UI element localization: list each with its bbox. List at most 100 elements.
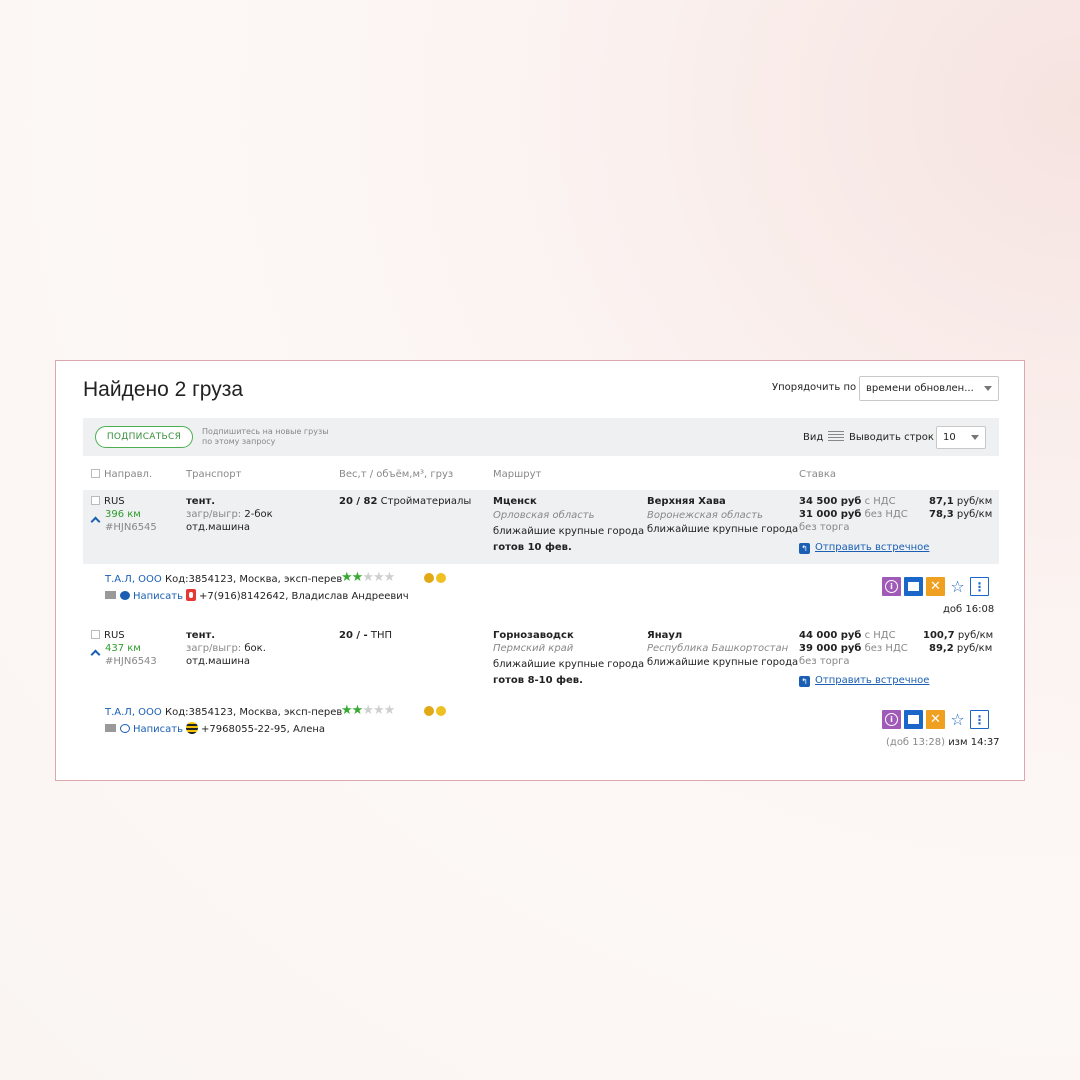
- sort-select-value: времени обновлен...: [866, 383, 974, 394]
- hide-button[interactable]: ✕: [926, 577, 945, 596]
- rate-with-vat: 44 000 руб с НДС: [799, 630, 896, 641]
- ready-date: готов 8-10 фев.: [493, 675, 583, 686]
- added-time: доб 16:08: [943, 604, 995, 615]
- close-icon: ✕: [930, 579, 941, 594]
- row-id: #HJN6545: [105, 522, 157, 533]
- no-bargain: без торга: [799, 522, 850, 533]
- column-header-rate[interactable]: Ставка: [799, 469, 836, 480]
- row-country: RUS: [91, 629, 125, 642]
- message-icon: [908, 582, 919, 591]
- info-button[interactable]: i: [882, 577, 901, 596]
- badge-icon: [424, 573, 434, 583]
- reply-icon: ↰: [799, 543, 810, 554]
- route-from-nearby[interactable]: ближайшие крупные города: [493, 525, 644, 538]
- rate-without-vat: 31 000 руб без НДС: [799, 509, 908, 520]
- rate-without-vat: 39 000 руб без НДС: [799, 643, 908, 654]
- badge-icons: [424, 573, 448, 587]
- company-link[interactable]: Т.А.Л, ООО: [105, 707, 162, 718]
- route-to-region: Воронежская область: [647, 510, 764, 521]
- route-from-city[interactable]: Горнозаводск: [493, 629, 574, 642]
- ready-date: готов 10 фев.: [493, 542, 572, 553]
- list-view-icon[interactable]: [828, 431, 844, 442]
- chat-icon[interactable]: [120, 591, 130, 600]
- rows-select-value: 10: [943, 432, 956, 443]
- column-header-direction[interactable]: Направл.: [91, 469, 152, 480]
- column-header-cargo[interactable]: Вес,т / объём,м³, груз: [339, 469, 453, 480]
- page-title: Найдено 2 груза: [83, 378, 244, 401]
- route-to-nearby[interactable]: ближайшие крупные города: [647, 523, 798, 536]
- star-icon: ☆: [950, 710, 965, 729]
- rate-with-vat: 34 500 руб с НДС: [799, 496, 896, 507]
- results-toolbar: ПОДПИСАТЬСЯ Подпишитесь на новые грузы п…: [83, 418, 999, 456]
- column-header-transport[interactable]: Транспорт: [186, 469, 241, 480]
- chat-badge-icon: [436, 573, 446, 583]
- rows-per-page-select[interactable]: 10: [936, 426, 986, 449]
- subscribe-button[interactable]: ПОДПИСАТЬСЯ: [95, 426, 193, 448]
- vehicle-type: отд.машина: [186, 656, 251, 667]
- star-icon: ★★★: [362, 570, 395, 585]
- favorite-button[interactable]: ☆: [948, 577, 967, 596]
- star-half-icon: ★: [351, 570, 364, 585]
- route-to-city[interactable]: Верхняя Хава: [647, 495, 726, 508]
- transport-type: тент.: [186, 630, 216, 641]
- no-bargain: без торга: [799, 656, 850, 667]
- route-from-region: Орловская область: [493, 510, 595, 521]
- chat-badge-icon: [436, 706, 446, 716]
- star-icon: ★: [341, 703, 353, 718]
- star-icon: ☆: [950, 577, 965, 596]
- info-button[interactable]: i: [882, 710, 901, 729]
- counter-offer-link[interactable]: ↰ Отправить встречное: [799, 541, 929, 554]
- route-from-region: Пермский край: [493, 643, 574, 654]
- hide-button[interactable]: ✕: [926, 710, 945, 729]
- star-half-icon: ★: [351, 703, 364, 718]
- cargo-info: 20 / 82 Стройматериалы: [339, 496, 472, 507]
- chat-icon[interactable]: [120, 724, 130, 733]
- per-km-vat: 100,7 руб/км: [923, 630, 994, 641]
- operator-beeline-icon: [186, 722, 199, 734]
- row-country: RUS: [91, 495, 125, 508]
- vehicle-type: отд.машина: [186, 522, 251, 533]
- sort-select[interactable]: времени обновлен...: [859, 376, 999, 401]
- row-checkbox[interactable]: [91, 496, 100, 505]
- per-km-vat: 87,1 руб/км: [929, 496, 993, 507]
- badge-icons: [424, 706, 448, 720]
- mail-icon[interactable]: [105, 591, 116, 599]
- load-type: загр/выгр: 2-бок: [186, 509, 273, 520]
- message-button[interactable]: [904, 577, 923, 596]
- close-icon: ✕: [930, 712, 941, 727]
- route-to-nearby[interactable]: ближайшие крупные города: [647, 656, 798, 669]
- info-icon: i: [885, 713, 898, 726]
- rating-stars: ★★★★★: [341, 703, 395, 718]
- write-link[interactable]: Написать: [133, 591, 183, 602]
- route-to-city[interactable]: Янаул: [647, 629, 682, 642]
- subscribe-hint: Подпишитесь на новые грузы по этому запр…: [202, 427, 329, 446]
- sort-label: Упорядочить по: [772, 382, 857, 393]
- more-button[interactable]: ⋮: [970, 710, 989, 729]
- route-from-city[interactable]: Мценск: [493, 495, 537, 508]
- company-link[interactable]: Т.А.Л, ООО: [105, 574, 162, 585]
- column-header-route[interactable]: Маршрут: [493, 469, 541, 480]
- load-type: загр/выгр: бок.: [186, 643, 266, 654]
- time-info: (доб 13:28) изм 14:37: [886, 736, 1000, 749]
- chevron-down-icon: [984, 386, 992, 391]
- chevron-up-icon[interactable]: [90, 649, 101, 660]
- contact-line: Написать +7968055-22-95, Алена: [105, 722, 325, 736]
- row-id: #HJN6543: [105, 656, 157, 667]
- row-distance: 396 км: [105, 509, 141, 520]
- route-from-nearby[interactable]: ближайшие крупные города: [493, 658, 644, 671]
- select-all-checkbox[interactable]: [91, 469, 100, 478]
- company-line: Т.А.Л, ООО Код:3854123, Москва, эксп-пер…: [105, 574, 343, 585]
- per-km-novat: 78,3 руб/км: [929, 509, 993, 520]
- mail-icon[interactable]: [105, 724, 116, 732]
- chevron-down-icon: [971, 435, 979, 440]
- message-button[interactable]: [904, 710, 923, 729]
- operator-mts-icon: [186, 589, 197, 601]
- more-button[interactable]: ⋮: [970, 577, 989, 596]
- view-label: Вид: [803, 432, 824, 443]
- counter-offer-link[interactable]: ↰ Отправить встречное: [799, 674, 929, 687]
- more-vertical-icon: ⋮: [973, 579, 986, 594]
- write-link[interactable]: Написать: [133, 724, 183, 735]
- row-checkbox[interactable]: [91, 630, 100, 639]
- favorite-button[interactable]: ☆: [948, 710, 967, 729]
- changed-time: изм 14:37: [948, 737, 1000, 748]
